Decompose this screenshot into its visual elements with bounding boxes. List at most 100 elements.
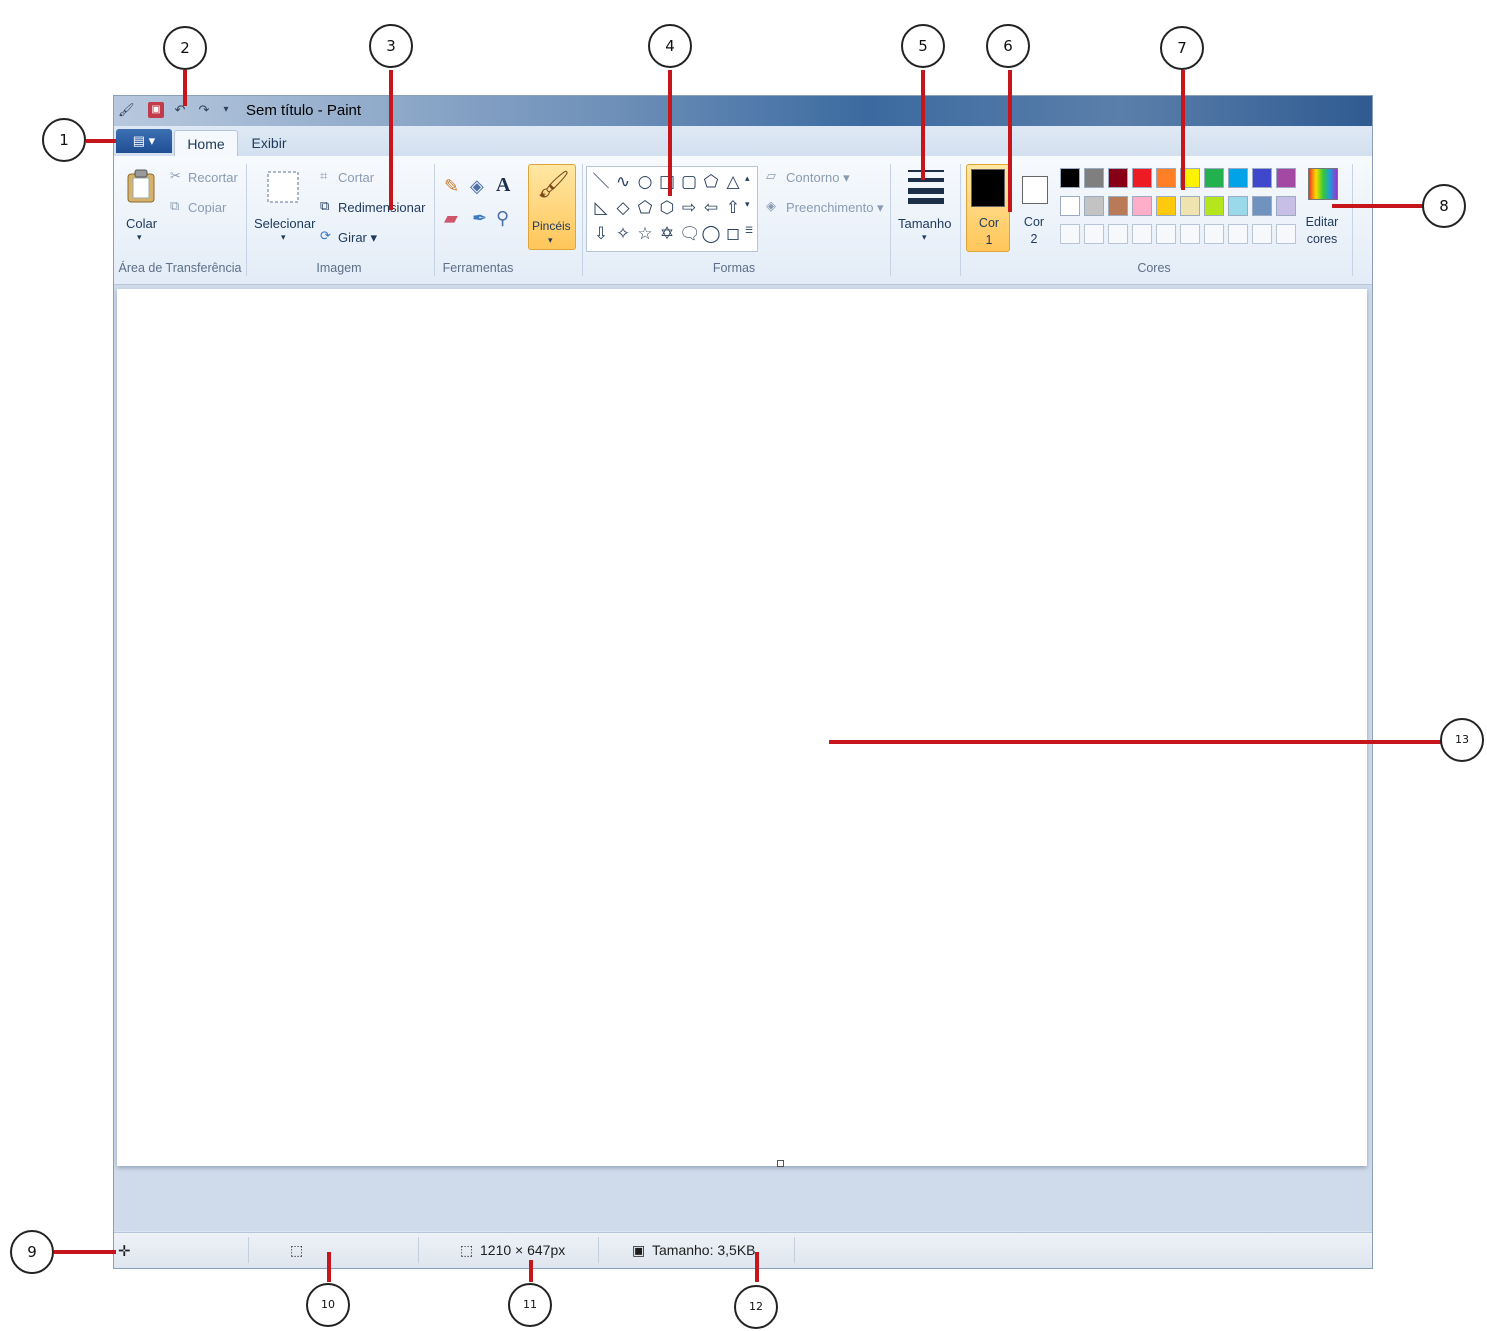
cut-button[interactable]: Recortar <box>188 170 238 185</box>
custom-color-slot[interactable] <box>1084 224 1104 244</box>
shape-item[interactable]: ⬡ <box>657 197 677 219</box>
custom-color-slot[interactable] <box>1276 224 1296 244</box>
selection-size-icon: ⬚ <box>290 1242 304 1258</box>
crop-icon[interactable]: ⌗ <box>320 168 327 184</box>
select-icon[interactable] <box>266 170 300 204</box>
customize-quick-access-icon[interactable]: ▾ <box>218 102 234 118</box>
shape-item[interactable]: ⬠ <box>701 171 721 193</box>
shape-item[interactable]: ✧ <box>613 223 633 245</box>
shape-item[interactable]: ◇ <box>613 197 633 219</box>
shape-item[interactable]: 🗨 <box>679 223 701 245</box>
shapes-gallery[interactable]: ＼ ∿ ○ □ ▢ ⬠ △ ◺ ◇ ⬠ ⬡ ⇨ ⇦ ⇧ ⇩ ✧ ☆ ✡ 🗨 ◯ ◻ ▴ ▾ ☰ <box>586 166 758 252</box>
palette-color[interactable] <box>1108 168 1128 188</box>
crop-button[interactable]: Cortar <box>338 170 374 185</box>
shape-item[interactable]: ◻ <box>723 223 743 245</box>
palette-color[interactable] <box>1108 196 1128 216</box>
text-tool-icon[interactable]: A <box>496 174 510 197</box>
rotate-button[interactable]: Girar ▾ <box>338 230 377 246</box>
color-picker-icon[interactable]: ✒ <box>472 208 487 229</box>
shape-item[interactable]: ○ <box>635 171 655 193</box>
redo-icon[interactable]: ↷ <box>196 102 212 118</box>
fill-icon[interactable]: ◈ <box>766 198 776 214</box>
image-group-label: Imagem <box>316 261 362 275</box>
shape-item[interactable]: ＼ <box>591 171 611 193</box>
resize-icon[interactable]: ⧉ <box>320 198 329 214</box>
custom-color-slot[interactable] <box>1132 224 1152 244</box>
rotate-icon[interactable]: ⟳ <box>320 228 331 244</box>
resize-button[interactable]: Redimensionar <box>338 200 425 215</box>
tab-home[interactable]: Home <box>174 130 238 157</box>
palette-color[interactable] <box>1084 196 1104 216</box>
shape-item[interactable]: ✡ <box>657 223 677 245</box>
custom-color-slot[interactable] <box>1204 224 1224 244</box>
color1-button[interactable]: Cor 1 <box>966 164 1010 252</box>
palette-color[interactable] <box>1228 196 1248 216</box>
palette-color[interactable] <box>1132 168 1152 188</box>
select-button[interactable]: Selecionar <box>254 216 315 231</box>
eraser-icon[interactable]: ▰ <box>444 208 458 229</box>
pencil-icon[interactable]: ✎ <box>444 176 459 197</box>
shape-item[interactable]: ⇧ <box>723 197 743 219</box>
outline-icon[interactable]: ▱ <box>766 168 776 184</box>
palette-color[interactable] <box>1276 168 1296 188</box>
copy-icon[interactable]: ⧉ <box>170 198 179 214</box>
palette-color[interactable] <box>1060 168 1080 188</box>
paste-icon[interactable] <box>126 168 156 204</box>
custom-color-slot[interactable] <box>1156 224 1176 244</box>
custom-color-slot[interactable] <box>1228 224 1248 244</box>
size-button[interactable]: Tamanho ▾ <box>898 164 954 250</box>
shape-item[interactable]: ∿ <box>613 171 633 193</box>
cut-icon[interactable]: ✂ <box>170 168 181 184</box>
gallery-scroll-down-icon[interactable]: ▾ <box>745 199 750 210</box>
drawing-canvas[interactable] <box>117 289 1367 1166</box>
canvas-area[interactable] <box>114 285 1372 1231</box>
paint-app-icon[interactable]: 🖌 <box>118 102 135 118</box>
copy-button[interactable]: Copiar <box>188 200 226 215</box>
select-dropdown-icon[interactable]: ▾ <box>281 232 286 243</box>
paste-button[interactable]: Colar <box>126 216 157 231</box>
custom-color-slot[interactable] <box>1108 224 1128 244</box>
fill-button[interactable]: Preenchimento ▾ <box>786 200 884 216</box>
shape-item[interactable]: ⇦ <box>701 197 721 219</box>
paint-menu-button[interactable]: ▤ ▾ <box>116 129 172 153</box>
shape-item[interactable]: △ <box>723 171 743 193</box>
magnifier-icon[interactable]: ⚲ <box>496 208 509 229</box>
custom-color-slot[interactable] <box>1060 224 1080 244</box>
palette-color[interactable] <box>1060 196 1080 216</box>
shape-item[interactable]: ◺ <box>591 197 611 219</box>
brushes-label: Pincéis <box>532 219 571 233</box>
shape-item[interactable]: □ <box>657 171 677 193</box>
palette-color[interactable] <box>1204 196 1224 216</box>
custom-color-slot[interactable] <box>1180 224 1200 244</box>
status-bar: ✛ ⬚ ⬚ 1210 × 647px ▣ Tamanho: 3,5KB <box>114 1232 1372 1267</box>
shape-item[interactable]: ▢ <box>679 171 699 193</box>
shape-item[interactable]: ◯ <box>701 223 721 245</box>
palette-color[interactable] <box>1204 168 1224 188</box>
gallery-scroll-up-icon[interactable]: ▴ <box>745 173 750 184</box>
palette-color[interactable] <box>1252 168 1272 188</box>
palette-color[interactable] <box>1084 168 1104 188</box>
palette-color[interactable] <box>1156 196 1176 216</box>
canvas-resize-handle[interactable] <box>777 1160 784 1167</box>
save-icon[interactable]: ▣ <box>148 102 164 118</box>
tab-view[interactable]: Exibir <box>244 130 294 156</box>
shape-item[interactable]: ⬠ <box>635 197 655 219</box>
outline-button[interactable]: Contorno ▾ <box>786 170 850 186</box>
custom-color-slot[interactable] <box>1252 224 1272 244</box>
paste-dropdown-icon[interactable]: ▾ <box>137 232 142 243</box>
palette-color[interactable] <box>1252 196 1272 216</box>
shape-item[interactable]: ⇨ <box>679 197 699 219</box>
brushes-button[interactable]: 🖌 Pincéis ▾ <box>528 164 576 250</box>
palette-color[interactable] <box>1156 168 1176 188</box>
palette-color[interactable] <box>1228 168 1248 188</box>
callout-3: 3 <box>369 24 413 68</box>
shape-item[interactable]: ⇩ <box>591 223 611 245</box>
palette-color[interactable] <box>1276 196 1296 216</box>
palette-color[interactable] <box>1180 196 1200 216</box>
window-title: Sem título - Paint <box>246 102 362 119</box>
shape-item[interactable]: ☆ <box>635 223 655 245</box>
color2-button[interactable]: Cor 2 <box>1014 164 1056 250</box>
gallery-expand-icon[interactable]: ☰ <box>745 225 753 236</box>
palette-color[interactable] <box>1132 196 1152 216</box>
fill-bucket-icon[interactable]: ◈ <box>470 176 484 197</box>
